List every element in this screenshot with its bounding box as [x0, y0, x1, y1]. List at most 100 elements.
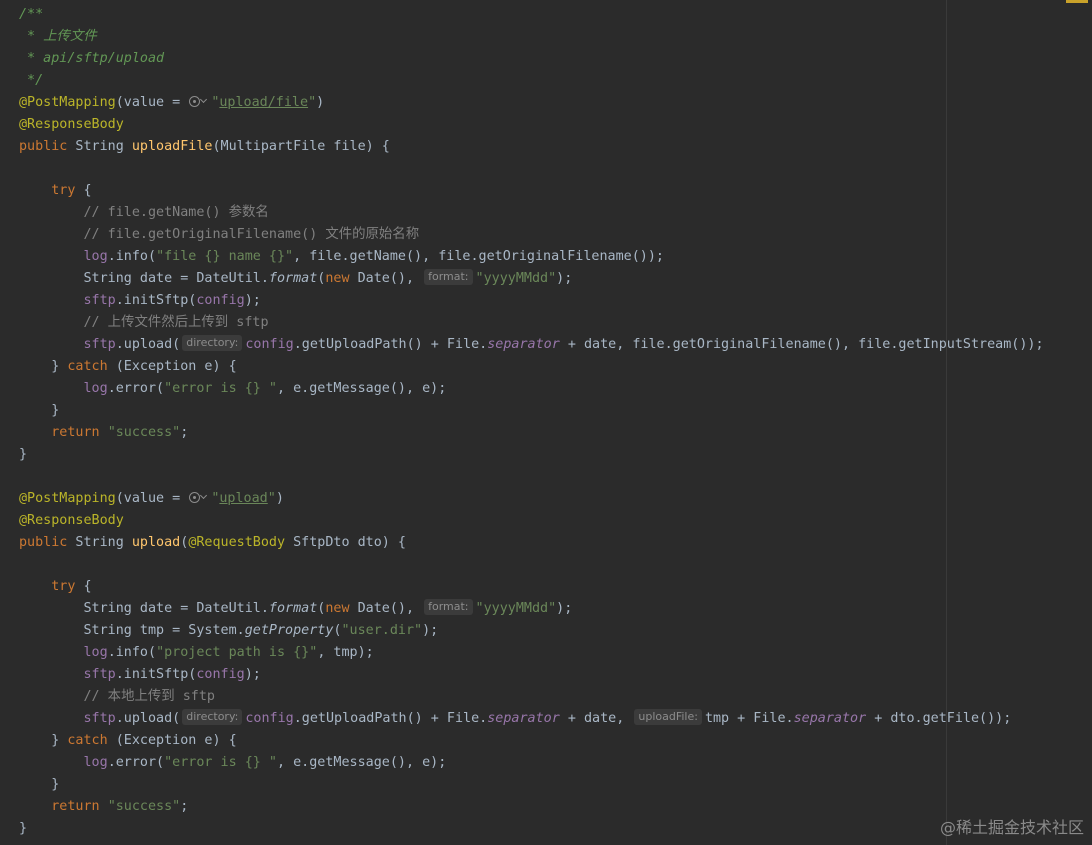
code-token: try — [51, 579, 76, 594]
code-token: , file.getName(), file.getOriginalFilena… — [293, 249, 664, 264]
code-token: } — [19, 359, 68, 374]
chevron-down-icon — [200, 491, 208, 500]
code-token: } — [19, 777, 60, 792]
code-token: return — [51, 425, 100, 440]
code-line[interactable] — [19, 554, 1044, 576]
code-line[interactable]: log.info("project path is {}", tmp); — [19, 642, 1044, 664]
code-line[interactable]: sftp.upload(directory: config.getUploadPa… — [19, 334, 1044, 356]
code-token: public — [19, 139, 68, 154]
code-token: .error( — [107, 381, 165, 396]
parameter-hint: directory: — [182, 335, 243, 351]
code-line[interactable]: return "success"; — [19, 796, 1044, 818]
code-token: @PostMapping — [19, 95, 116, 110]
code-line[interactable]: sftp.initSftp(config); — [19, 290, 1044, 312]
code-token: catch — [67, 733, 108, 748]
code-token: "project path is {}" — [156, 645, 318, 660]
code-token: ); — [422, 623, 439, 638]
code-line[interactable]: // 上传文件然后上传到 sftp — [19, 312, 1044, 334]
code-token: new — [325, 271, 350, 286]
code-line[interactable]: } — [19, 818, 1044, 840]
code-editor[interactable]: /** * 上传文件 * api/sftp/upload */ @PostMapp… — [0, 0, 1092, 845]
code-line[interactable]: } — [19, 400, 1044, 422]
code-line[interactable]: public String upload(@RequestBody SftpDt… — [19, 532, 1044, 554]
code-line[interactable] — [19, 158, 1044, 180]
code-token: Date(), — [349, 601, 423, 616]
code-token: .getUploadPath() + File. — [293, 337, 488, 352]
code-token: (MultipartFile file) { — [212, 139, 390, 154]
code-line[interactable]: // 本地上传到 sftp — [19, 686, 1044, 708]
code-token: // 上传文件然后上传到 sftp — [83, 315, 269, 330]
code-line[interactable]: String tmp = System.getProperty("user.di… — [19, 620, 1044, 642]
code-token: public — [19, 535, 68, 550]
code-token: upload/file — [219, 95, 309, 110]
code-token: try — [51, 183, 76, 198]
parameter-hint: format: — [424, 599, 473, 615]
code-token: format — [268, 271, 318, 286]
code-line[interactable]: return "success"; — [19, 422, 1044, 444]
code-line[interactable]: try { — [19, 576, 1044, 598]
code-token: .upload( — [115, 337, 181, 352]
code-token: "error is {} " — [164, 755, 277, 770]
code-line[interactable]: try { — [19, 180, 1044, 202]
code-line[interactable]: String date = DateUtil.format(new Date()… — [19, 598, 1044, 620]
code-token: @PostMapping — [19, 491, 116, 506]
code-token: @ResponseBody — [19, 117, 124, 132]
code-line[interactable]: } catch (Exception e) { — [19, 730, 1044, 752]
code-token: .upload( — [115, 711, 181, 726]
code-line[interactable]: } catch (Exception e) { — [19, 356, 1044, 378]
code-token: config — [245, 711, 294, 726]
code-line[interactable]: } — [19, 774, 1044, 796]
code-token: { — [75, 183, 92, 198]
url-globe-icon[interactable] — [188, 490, 210, 504]
code-token: ); — [556, 271, 573, 286]
parameter-hint: uploadFile: — [634, 709, 702, 725]
code-line[interactable]: sftp.initSftp(config); — [19, 664, 1044, 686]
code-token: ; — [180, 799, 189, 814]
code-token: " — [267, 491, 276, 506]
code-token: catch — [67, 359, 108, 374]
code-line[interactable]: log.info("file {} name {}", file.getName… — [19, 246, 1044, 268]
code-token: return — [51, 799, 100, 814]
code-token: .initSftp( — [115, 667, 197, 682]
code-token: String tmp = System. — [19, 623, 245, 638]
code-line[interactable]: public String uploadFile(MultipartFile f… — [19, 136, 1044, 158]
chevron-down-icon — [200, 95, 208, 104]
code-line[interactable]: String date = DateUtil.format(new Date()… — [19, 268, 1044, 290]
code-token: (Exception e) { — [107, 359, 237, 374]
code-token: "yyyyMMdd" — [475, 601, 557, 616]
code-token: + dto.getFile()); — [866, 711, 1012, 726]
url-globe-icon[interactable] — [188, 94, 210, 108]
code-line[interactable]: @PostMapping(value = "upload/file") — [19, 92, 1044, 114]
code-token: tmp + File. — [704, 711, 794, 726]
code-token: "file {} name {}" — [156, 249, 294, 264]
code-line[interactable]: * 上传文件 — [19, 26, 1044, 48]
code-line[interactable]: // file.getName() 参数名 — [19, 202, 1044, 224]
code-line[interactable]: } — [19, 444, 1044, 466]
code-token: .getUploadPath() + File. — [293, 711, 488, 726]
code-token: config — [196, 293, 245, 308]
code-token: separator — [487, 337, 560, 352]
code-line[interactable]: * api/sftp/upload — [19, 48, 1044, 70]
code-line[interactable]: log.error("error is {} ", e.getMessage()… — [19, 378, 1044, 400]
code-token: log — [83, 645, 108, 660]
code-line[interactable]: @PostMapping(value = "upload") — [19, 488, 1044, 510]
code-line[interactable]: log.error("error is {} ", e.getMessage()… — [19, 752, 1044, 774]
code-line[interactable] — [19, 466, 1044, 488]
code-line[interactable]: */ — [19, 70, 1044, 92]
code-token: sftp — [83, 337, 116, 352]
code-line[interactable]: /** — [19, 4, 1044, 26]
code-line[interactable]: @ResponseBody — [19, 114, 1044, 136]
code-line[interactable]: sftp.upload(directory: config.getUploadPa… — [19, 708, 1044, 730]
code-line[interactable]: @ResponseBody — [19, 510, 1044, 532]
code-line[interactable]: // file.getOriginalFilename() 文件的原始名称 — [19, 224, 1044, 246]
code-area[interactable]: /** * 上传文件 * api/sftp/upload */ @PostMapp… — [19, 4, 1044, 840]
code-token: config — [245, 337, 294, 352]
scrollbar-error-marker[interactable] — [1066, 0, 1088, 3]
